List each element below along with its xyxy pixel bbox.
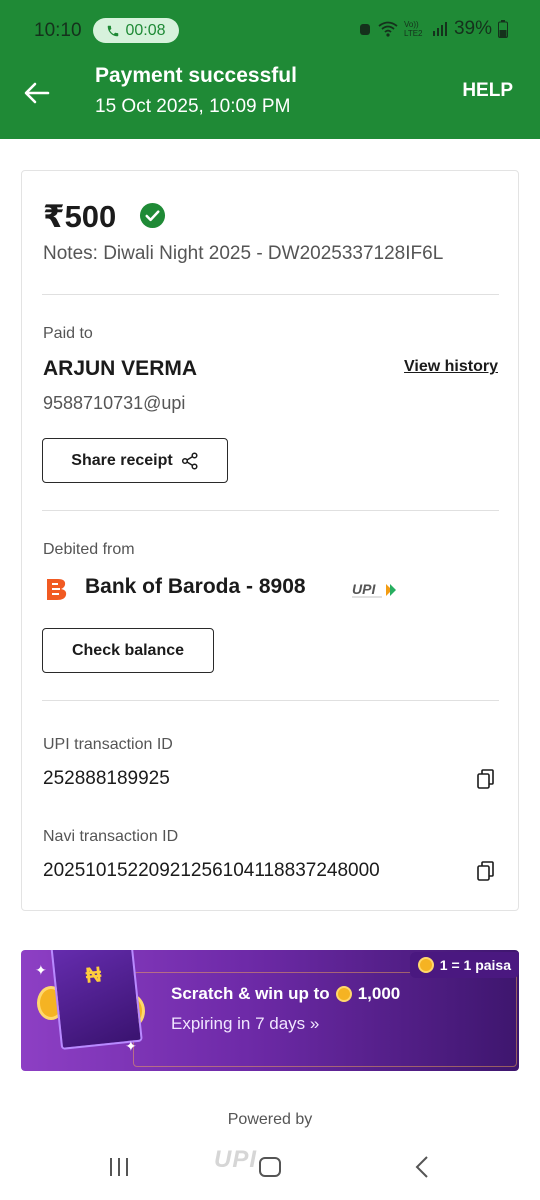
- check-balance-button[interactable]: Check balance: [42, 628, 214, 673]
- payee-upi-id: 9588710731@upi: [43, 393, 186, 413]
- recent-apps-icon[interactable]: [108, 1157, 130, 1177]
- view-history-link[interactable]: View history: [404, 358, 498, 376]
- nav-back-icon[interactable]: [412, 1155, 432, 1179]
- page-title: Payment successful: [95, 64, 297, 87]
- banner-title: Scratch & win up to 1,000: [171, 984, 400, 1004]
- paid-to-label: Paid to: [43, 325, 93, 342]
- navi-transaction-id: 202510152209212561041188372480​00: [43, 860, 380, 881]
- home-icon[interactable]: [259, 1157, 281, 1177]
- payment-amount: ₹500: [43, 199, 117, 234]
- navi-logo-icon: ₦: [84, 961, 103, 988]
- check-circle-icon: [139, 202, 166, 229]
- upi-transaction-id: 252888189925: [43, 768, 170, 789]
- payee-name: ARJUN VERMA: [43, 357, 198, 380]
- wifi-icon: [378, 21, 398, 37]
- alarm-icon: [359, 24, 370, 35]
- copy-icon[interactable]: [476, 768, 496, 790]
- scratch-card-image: ₦: [49, 950, 143, 1050]
- paisa-badge: 1 = 1 paisa: [409, 952, 519, 978]
- upi-transaction-id-label: UPI transaction ID: [43, 736, 173, 753]
- divider: [42, 510, 499, 511]
- app-header: 10:10 00:08 Vo)) LTE2 39% Payment succes…: [0, 0, 540, 139]
- sparkle-icon: ✦: [35, 962, 47, 978]
- banner-title-value: 1,000: [357, 984, 401, 1003]
- divider: [42, 294, 499, 295]
- navi-transaction-id-label: Navi transaction ID: [43, 828, 179, 845]
- bank-account-name: Bank of Baroda - 8908: [85, 575, 306, 598]
- signal-icon: [432, 22, 447, 36]
- upi-footer-logo: UPI: [214, 1146, 258, 1173]
- battery-percent: 39%: [453, 18, 492, 39]
- share-icon: [181, 451, 198, 470]
- call-timer: 00:08: [125, 21, 166, 39]
- share-receipt-button[interactable]: Share receipt: [42, 438, 228, 483]
- scratch-card-banner[interactable]: ₦ ✦ ✦ 1 = 1 paisa Scratch & win up to 1,…: [21, 950, 519, 1071]
- ongoing-call-pill[interactable]: 00:08: [93, 18, 179, 43]
- network-label: Vo)) LTE2: [403, 20, 423, 38]
- banner-title-prefix: Scratch & win up to: [171, 984, 330, 1003]
- copy-icon[interactable]: [476, 860, 496, 882]
- sparkle-icon: ✦: [125, 1038, 137, 1054]
- payment-notes: Notes: Diwali Night 2025 - DW2025337128I…: [43, 243, 444, 264]
- divider: [42, 700, 499, 701]
- paisa-badge-text: 1 = 1 paisa: [439, 957, 511, 973]
- help-button[interactable]: HELP: [462, 80, 513, 102]
- status-time: 10:10: [34, 20, 82, 41]
- powered-by-label: Powered by: [227, 1111, 313, 1128]
- expiry-link[interactable]: Expiring in 7 days »: [171, 1014, 319, 1034]
- bank-of-baroda-logo: [47, 579, 67, 600]
- svg-text:UPI: UPI: [352, 581, 376, 597]
- receipt-card: ₹500 Notes: Diwali Night 2025 - DW202533…: [21, 170, 519, 911]
- coin-icon: [417, 957, 434, 973]
- phone-icon: [108, 25, 119, 36]
- check-balance-label: Check balance: [71, 641, 185, 659]
- back-arrow-icon[interactable]: [22, 78, 52, 108]
- status-icons: Vo)) LTE2 39%: [358, 18, 508, 40]
- battery-icon: [498, 20, 508, 38]
- payment-timestamp: 15 Oct 2025, 10:09 PM: [95, 96, 291, 117]
- debited-from-label: Debited from: [43, 541, 135, 558]
- upi-logo: UPI: [352, 581, 396, 598]
- share-receipt-label: Share receipt: [71, 451, 173, 469]
- coin-icon: [335, 986, 352, 1002]
